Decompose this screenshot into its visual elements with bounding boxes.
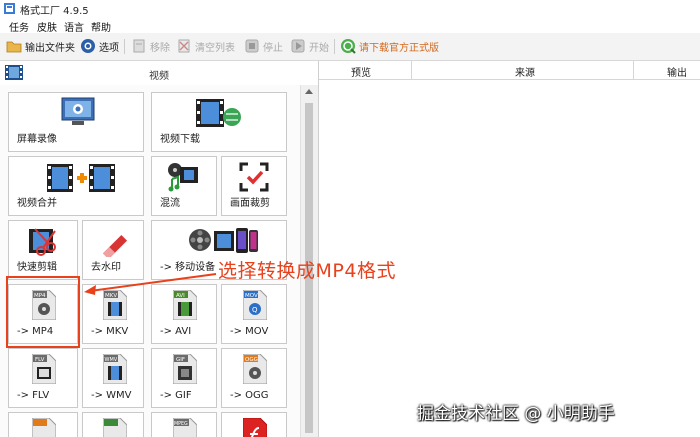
annotation-text: 选择转换成MP4格式 xyxy=(218,260,396,282)
column-separator[interactable] xyxy=(411,61,412,79)
tile-fast-cut[interactable]: 快速剪辑 xyxy=(8,220,78,280)
video-merge-icon xyxy=(47,164,115,192)
video-download-icon xyxy=(196,99,241,127)
tile-flv[interactable]: FLV -> FLV xyxy=(8,348,78,408)
tile-mix[interactable]: 混流 xyxy=(151,156,217,216)
clear-list-button[interactable]: 清空列表 xyxy=(176,37,235,55)
remove-icon xyxy=(133,39,145,53)
tile-label: 画面裁剪 xyxy=(230,198,270,209)
wmv-file-icon: WMV xyxy=(103,354,127,384)
tile-label: -> WMV xyxy=(91,390,132,401)
ogg-file-icon: OGG xyxy=(243,354,267,384)
download-official-label: 请下载官方正式版 xyxy=(359,42,439,54)
task-list-header: 预览 来源 输出 xyxy=(319,61,700,80)
menu-language[interactable]: 语言 xyxy=(64,19,84,34)
column-separator[interactable] xyxy=(633,61,634,79)
tile-wmv[interactable]: WMV -> WMV xyxy=(82,348,144,408)
options-icon xyxy=(81,39,95,53)
start-button[interactable]: 开始 xyxy=(290,37,329,55)
clear-list-label: 清空列表 xyxy=(195,42,235,54)
options-label: 选项 xyxy=(99,42,119,54)
remove-button[interactable]: 移除 xyxy=(131,37,170,55)
tile-label: -> AVI xyxy=(160,326,192,337)
column-preview[interactable]: 预览 xyxy=(341,64,381,79)
clear-list-icon xyxy=(178,39,190,53)
tile-label: -> FLV xyxy=(17,390,50,401)
remove-label: 移除 xyxy=(150,42,170,54)
highlight-box xyxy=(6,276,80,348)
column-source[interactable]: 来源 xyxy=(415,64,635,79)
tile-mov[interactable]: MOV Q -> MOV xyxy=(221,284,287,344)
tile-label: -> MOV xyxy=(230,326,269,337)
scroll-up-arrow-icon[interactable] xyxy=(305,89,313,94)
mix-icon xyxy=(168,163,198,192)
tile-label: -> GIF xyxy=(160,390,192,401)
tile-video-merge[interactable]: 视频合并 xyxy=(8,156,144,216)
column-output[interactable]: 输出 xyxy=(667,64,700,79)
category-label: 视频 xyxy=(149,71,169,82)
tile-crop[interactable]: 画面裁剪 xyxy=(221,156,287,216)
stop-button[interactable]: 停止 xyxy=(244,37,283,55)
flv-file-icon: FLV xyxy=(32,354,56,384)
menu-help[interactable]: 帮助 xyxy=(91,19,111,34)
annotation-arrow-icon xyxy=(84,273,217,295)
stop-icon xyxy=(245,39,259,53)
tile-video-download[interactable]: 视频下载 xyxy=(151,92,287,152)
tile-label: -> OGG xyxy=(230,390,269,401)
file-icon xyxy=(32,418,56,437)
tile-label: 快速剪辑 xyxy=(17,262,57,273)
watermark-remove-icon xyxy=(102,234,128,257)
svg-text:Q: Q xyxy=(252,306,258,314)
mpeg-file-icon: MPEG xyxy=(173,418,197,437)
start-label: 开始 xyxy=(309,42,329,54)
toolbar-separator xyxy=(334,39,335,54)
output-folder-button[interactable]: 输出文件夹 xyxy=(6,37,75,55)
tile-ogg[interactable]: OGG -> OGG xyxy=(221,348,287,408)
mov-file-icon: MOV Q xyxy=(243,290,267,320)
function-panel: 视频 屏幕录像 视频下载 视频合并 混流 画面裁剪 快速剪辑 去水印 -> 移动… xyxy=(0,61,319,437)
window-title: 格式工厂 4.9.5 xyxy=(20,6,89,17)
flash-file-icon xyxy=(243,418,267,437)
gif-badge: GIF xyxy=(176,357,185,363)
mov-badge: MOV xyxy=(245,293,258,299)
flv-badge: FLV xyxy=(35,357,45,363)
tile-label: -> MKV xyxy=(91,326,129,337)
mpeg-badge: MPEG xyxy=(174,421,188,427)
menu-skin[interactable]: 皮肤 xyxy=(37,19,57,34)
wmv-badge: WMV xyxy=(105,357,118,363)
title-bar: 格式工厂 4.9.5 xyxy=(0,0,700,17)
download-official-button[interactable]: 请下载官方正式版 xyxy=(340,37,439,55)
options-button[interactable]: 选项 xyxy=(80,37,119,55)
mobile-device-icon xyxy=(189,228,258,253)
fast-cut-icon xyxy=(29,228,56,256)
ogg-badge: OGG xyxy=(245,357,258,363)
download-globe-icon xyxy=(341,39,356,54)
screen-record-icon xyxy=(61,97,95,125)
tile-partial[interactable] xyxy=(8,412,78,437)
output-folder-label: 输出文件夹 xyxy=(25,42,75,54)
tile-mpeg[interactable]: MPEG xyxy=(151,412,217,437)
task-list[interactable]: 预览 来源 输出 xyxy=(319,61,700,437)
tile-label: 屏幕录像 xyxy=(17,134,57,145)
file-icon xyxy=(103,418,127,437)
menu-bar: 任务 皮肤 语言 帮助 xyxy=(0,17,700,34)
folder-icon xyxy=(6,41,22,53)
format-factory-icon xyxy=(4,3,15,14)
tile-gif[interactable]: GIF -> GIF xyxy=(151,348,217,408)
tile-label: 视频合并 xyxy=(17,198,57,209)
start-icon xyxy=(291,39,305,53)
tile-partial[interactable] xyxy=(82,412,144,437)
toolbar-separator xyxy=(124,39,125,54)
watermark-text: 掘金技术社区 @ 小明助手 xyxy=(417,404,615,424)
tile-swf[interactable] xyxy=(221,412,287,437)
menu-task[interactable]: 任务 xyxy=(9,19,29,34)
tile-label: 混流 xyxy=(160,198,180,209)
stop-label: 停止 xyxy=(263,42,283,54)
toolbar: 输出文件夹 选项 移除 清空列表 停止 开始 请下载官方正式版 xyxy=(0,33,700,61)
tile-label: 视频下载 xyxy=(160,134,200,145)
tile-screen-record[interactable]: 屏幕录像 xyxy=(8,92,144,152)
crop-icon xyxy=(239,162,269,192)
gif-file-icon: GIF xyxy=(173,354,197,384)
category-header[interactable]: 视频 xyxy=(0,61,318,86)
